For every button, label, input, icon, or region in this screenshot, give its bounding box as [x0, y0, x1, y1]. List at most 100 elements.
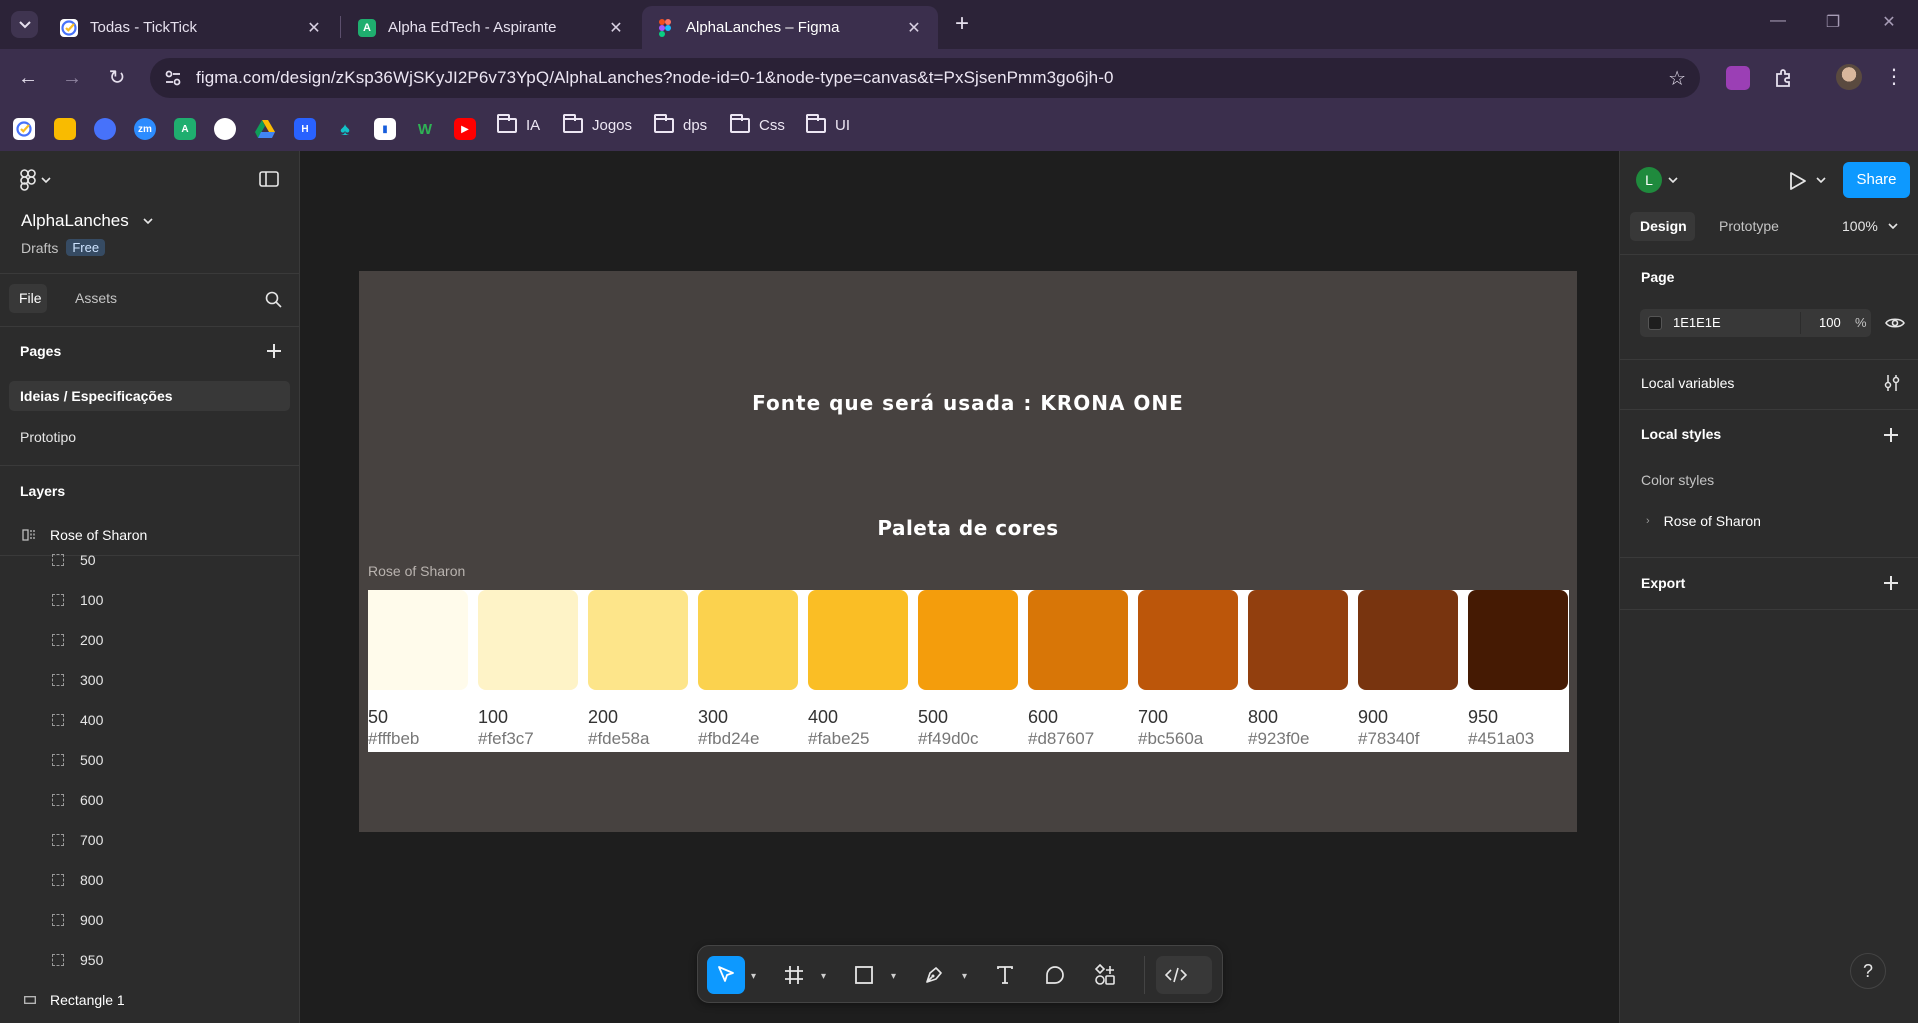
color-swatch[interactable]: 100 #fef3c7 [478, 590, 578, 749]
back-icon[interactable]: ← [14, 64, 42, 92]
page-fill-field[interactable]: 1E1E1E 100 % [1640, 309, 1871, 337]
sidebar-toggle-icon[interactable] [259, 171, 279, 187]
puzzle-icon[interactable] [1772, 66, 1796, 90]
bookmark-folder[interactable]: Jogos [563, 114, 632, 134]
page-color-value[interactable]: 1E1E1E [1673, 315, 1721, 330]
share-button[interactable]: Share [1843, 162, 1910, 198]
color-swatch[interactable]: 50 #fffbeb [368, 590, 468, 749]
tab-assets[interactable]: Assets [75, 290, 117, 306]
frame-tool-button[interactable] [775, 956, 813, 994]
main-menu-button[interactable] [20, 169, 51, 191]
layer-item[interactable]: 900 [52, 912, 103, 928]
profile-avatar[interactable] [1836, 64, 1862, 90]
layer-item[interactable]: 100 [52, 592, 103, 608]
reload-icon[interactable]: ↻ [103, 64, 131, 92]
dev-mode-toggle[interactable] [1156, 956, 1212, 994]
color-swatch[interactable]: 400 #fabe25 [808, 590, 908, 749]
layer-item[interactable]: 600 [52, 792, 103, 808]
bookmark-folder[interactable]: UI [806, 114, 850, 134]
minimize-icon[interactable]: — [1766, 12, 1790, 36]
eye-icon[interactable] [1885, 316, 1905, 330]
android-icon[interactable]: A [174, 118, 196, 140]
tab-design[interactable]: Design [1630, 212, 1695, 241]
color-swatch[interactable]: 800 #923f0e [1248, 590, 1348, 749]
zoom-dropdown[interactable]: 100% [1842, 218, 1898, 234]
layer-item-rectangle[interactable]: Rectangle 1 [24, 992, 125, 1008]
address-bar[interactable]: figma.com/design/zKsp36WjSKyJI2P6v73YpQ/… [150, 58, 1700, 98]
file-name-button[interactable]: AlphaLanches [21, 211, 153, 231]
bitwarden-icon[interactable]: ▮ [374, 118, 396, 140]
color-palette[interactable]: 50 #fffbeb 100 #fef3c7 200 #fde58a 300 #fbd2… [368, 590, 1569, 752]
comment-tool-button[interactable] [1036, 956, 1074, 994]
color-swatch[interactable]: 900 #78340f [1358, 590, 1458, 749]
window-close-icon[interactable]: ✕ [1877, 12, 1901, 36]
user-avatar[interactable]: L [1636, 167, 1662, 193]
tab-alpha-edtech[interactable]: A Alpha EdTech - Aspirante ✕ [344, 6, 640, 49]
layer-item[interactable]: 300 [52, 672, 103, 688]
drive-icon[interactable] [254, 118, 276, 140]
drafts-label[interactable]: Drafts [21, 240, 58, 256]
layer-item[interactable]: 200 [52, 632, 103, 648]
extension-icon[interactable] [1726, 66, 1750, 90]
tab-file[interactable]: File [9, 284, 47, 313]
color-swatch[interactable]: 600 #d87607 [1028, 590, 1128, 749]
canvas[interactable]: Fonte que será usada : KRONA ONE Paleta … [300, 151, 1619, 1023]
actions-tool-button[interactable] [1086, 956, 1124, 994]
palette-frame-label[interactable]: Rose of Sharon [368, 563, 465, 579]
variables-icon[interactable] [1884, 374, 1900, 392]
hashnode-icon[interactable]: H [294, 118, 316, 140]
color-swatch[interactable]: 700 #bc560a [1138, 590, 1238, 749]
color-swatch[interactable]: 200 #fde58a [588, 590, 688, 749]
site-settings-icon[interactable] [164, 69, 182, 87]
forward-icon[interactable]: → [58, 64, 86, 92]
ticktick-icon[interactable] [13, 118, 35, 140]
bookmark-folder[interactable]: dps [654, 114, 707, 134]
local-variables-label[interactable]: Local variables [1641, 375, 1734, 391]
search-icon[interactable] [265, 291, 282, 308]
pen-tool-button[interactable] [915, 956, 953, 994]
keep-icon[interactable] [54, 118, 76, 140]
new-tab-button[interactable]: + [948, 11, 976, 39]
tab-search-button[interactable] [11, 11, 38, 38]
layer-item[interactable]: 700 [52, 832, 103, 848]
bookmark-star-icon[interactable]: ☆ [1668, 66, 1686, 91]
clock-icon[interactable] [94, 118, 116, 140]
bookmark-folder[interactable]: IA [497, 114, 540, 134]
tab-prototype[interactable]: Prototype [1719, 218, 1779, 234]
design-frame[interactable]: Fonte que será usada : KRONA ONE Paleta … [359, 271, 1577, 832]
color-swatch[interactable]: 500 #f49d0c [918, 590, 1018, 749]
layer-item[interactable]: 500 [52, 752, 103, 768]
page-opacity-value[interactable]: 100 [1819, 315, 1841, 330]
chevron-down-icon[interactable]: ▾ [751, 971, 756, 982]
chevron-down-icon[interactable] [1816, 177, 1826, 183]
shape-tool-button[interactable] [845, 956, 883, 994]
add-export-icon[interactable] [1882, 574, 1900, 592]
app-icon[interactable]: ♠ [334, 118, 356, 140]
close-icon[interactable]: ✕ [606, 18, 626, 38]
tab-figma[interactable]: AlphaLanches – Figma ✕ [642, 6, 938, 49]
layer-item[interactable]: 50 [52, 552, 96, 568]
color-swatch[interactable]: 950 #451a03 [1468, 590, 1568, 749]
close-icon[interactable]: ✕ [904, 18, 924, 38]
add-page-icon[interactable] [265, 342, 283, 360]
restore-icon[interactable]: ❐ [1821, 12, 1845, 36]
layer-item[interactable]: 800 [52, 872, 103, 888]
layer-item[interactable]: 400 [52, 712, 103, 728]
present-play-icon[interactable] [1789, 171, 1807, 191]
help-button[interactable]: ? [1850, 953, 1886, 989]
zoom-icon[interactable]: zm [134, 118, 156, 140]
page-item-active[interactable]: Ideias / Especificações [9, 381, 290, 411]
layer-item[interactable]: 950 [52, 952, 103, 968]
style-group-rose-of-sharon[interactable]: › Rose of Sharon [1646, 513, 1761, 529]
bookmark-folder[interactable]: Css [730, 114, 785, 134]
youtube-icon[interactable]: ▶ [454, 118, 476, 140]
w-icon[interactable]: W [414, 118, 436, 140]
chevron-down-icon[interactable]: ▾ [891, 971, 896, 982]
move-tool-button[interactable] [707, 956, 745, 994]
chevron-down-icon[interactable]: ▾ [821, 971, 826, 982]
layer-root[interactable]: Rose of Sharon [22, 527, 147, 543]
add-style-icon[interactable] [1882, 426, 1900, 444]
menu-icon[interactable]: ⋮ [1884, 64, 1904, 89]
color-swatch[interactable]: 300 #fbd24e [698, 590, 798, 749]
chevron-down-icon[interactable] [1668, 177, 1678, 183]
